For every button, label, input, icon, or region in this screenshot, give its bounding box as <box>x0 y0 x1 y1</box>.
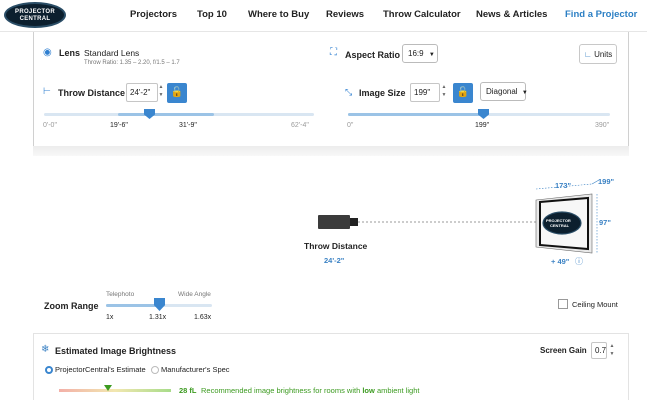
image-size-fill <box>348 113 482 116</box>
brightness-message: Recommended image brightness for rooms w… <box>201 386 419 395</box>
ceiling-mount-label: Ceiling Mount <box>572 300 618 309</box>
throw-slider-min: 0'-0" <box>43 122 57 129</box>
image-size-input[interactable]: 199" <box>410 83 440 102</box>
chevron-down-icon: ▼ <box>428 52 435 58</box>
aspect-ratio-icon: ⛶ <box>330 47 337 58</box>
estimate-radio[interactable] <box>45 366 53 374</box>
screen-gain-value: 0.7 <box>595 346 607 355</box>
projector-central-logo[interactable]: PROJECTOR CENTRAL <box>4 2 66 28</box>
info-icon[interactable]: ⓘ <box>575 256 583 267</box>
zoom-fill <box>106 304 159 307</box>
throw-distance-label: Throw Distance <box>58 88 126 98</box>
lock-icon: 🔓 <box>170 87 184 98</box>
throw-distance-stepper[interactable]: ▲ ▼ <box>157 83 165 102</box>
throw-distance-value: 24'-2" <box>130 88 151 97</box>
image-size-current: 199" <box>475 122 490 129</box>
image-size-lock-button[interactable]: 🔓 <box>453 83 473 103</box>
nav-news-articles[interactable]: News & Articles <box>476 9 547 20</box>
logo-text-line1: PROJECTOR <box>15 9 55 15</box>
zoom-max: 1.63x <box>194 314 212 321</box>
screen-gain-input[interactable]: 0.7 <box>591 342 607 359</box>
nav-where-to-buy[interactable]: Where to Buy <box>248 9 309 20</box>
projector-body-icon <box>318 215 350 229</box>
throw-distance-icon: ⊢ <box>43 86 51 96</box>
throw-range-min: 19'-6" <box>110 122 128 129</box>
screen-diagonal-label: 199" <box>598 177 615 186</box>
zoom-current: 1.31x <box>149 314 167 321</box>
projector-lens-icon <box>350 218 358 226</box>
image-size-value: 199" <box>414 88 431 97</box>
right-border <box>628 32 629 146</box>
chevron-down-icon: ▼ <box>521 90 528 96</box>
brightness-message-post: ambient light <box>376 386 420 395</box>
nav-top-10[interactable]: Top 10 <box>197 9 227 20</box>
nav-reviews[interactable]: Reviews <box>326 9 364 20</box>
snowflake-icon: ❄ <box>41 344 50 355</box>
brightness-marker-icon <box>104 385 112 391</box>
screen-logo-line2: CENTRAL <box>550 223 570 228</box>
screen-width-label: 173" <box>555 181 572 190</box>
throw-slider-max: 62'-4" <box>291 122 309 129</box>
screen-gain-label: Screen Gain <box>540 346 587 355</box>
spec-option-label: Manufacturer's Spec <box>161 365 230 374</box>
units-button[interactable]: ∟ Units <box>579 44 617 64</box>
brightness-scale-bar <box>59 389 171 392</box>
top-nav: PROJECTOR CENTRAL Projectors Top 10 Wher… <box>0 0 647 32</box>
screen-height-label: 97" <box>599 218 611 227</box>
logo-text-line2: CENTRAL <box>19 16 51 22</box>
nav-find-a-projector[interactable]: Find a Projector <box>565 9 637 20</box>
lock-icon: 🔓 <box>456 87 470 98</box>
ceiling-mount-checkbox[interactable] <box>558 299 568 309</box>
zoom-min: 1x <box>106 314 114 321</box>
brightness-value: 28 fL <box>179 386 197 395</box>
zoom-range-label: Zoom Range <box>44 301 99 311</box>
aspect-ratio-select[interactable]: 16:9 ▼ <box>402 44 438 63</box>
aspect-ratio-value: 16:9 <box>408 49 424 58</box>
units-icon: ∟ <box>584 50 592 59</box>
units-label: Units <box>594 50 613 59</box>
lens-value[interactable]: Standard Lens <box>84 48 139 58</box>
diagram-throw-label: Throw Distance <box>304 241 368 251</box>
image-size-stepper[interactable]: ▲ ▼ <box>440 83 448 102</box>
image-size-handle[interactable] <box>478 109 489 119</box>
aspect-ratio-label: Aspect Ratio <box>345 50 401 60</box>
zoom-telephoto-label: Telephoto <box>106 291 135 298</box>
screen-offset-label: + 49" <box>551 257 570 266</box>
diagram-throw-value: 24'-2" <box>324 256 345 265</box>
image-size-slider-max: 390" <box>595 122 610 129</box>
lens-icon: ◉ <box>43 47 52 58</box>
section-divider <box>33 146 629 156</box>
screen-gain-stepper[interactable]: ▲ ▼ <box>608 342 616 359</box>
image-size-mode-select[interactable]: Diagonal ▼ <box>480 82 528 101</box>
image-size-mode-value: Diagonal <box>486 87 518 96</box>
image-size-icon: ⤡ <box>345 87 353 97</box>
image-size-slider-min: 0" <box>347 122 354 129</box>
throw-distance-input[interactable]: 24'-2" <box>126 83 158 102</box>
throw-lock-button[interactable]: 🔓 <box>167 83 187 103</box>
left-border <box>33 32 34 146</box>
estimate-option-label: ProjectorCentral's Estimate <box>55 365 146 374</box>
zoom-wide-label: Wide Angle <box>178 291 211 298</box>
throw-range-fill <box>118 113 214 116</box>
zoom-handle[interactable] <box>154 298 165 311</box>
lens-spec: Throw Ratio: 1.35 – 2.20, f/1.5 – 1.7 <box>84 60 180 66</box>
brightness-title: Estimated Image Brightness <box>55 346 177 356</box>
image-size-label: Image Size <box>359 88 406 98</box>
throw-range-max: 31'-9" <box>179 122 197 129</box>
throw-distance-slider[interactable] <box>44 113 314 116</box>
spec-radio[interactable] <box>151 366 159 374</box>
nav-throw-calculator[interactable]: Throw Calculator <box>383 9 461 20</box>
brightness-message-pre: Recommended image brightness for rooms w… <box>201 386 361 395</box>
lens-label: Lens <box>59 48 81 58</box>
throw-distance-handle[interactable] <box>144 109 155 119</box>
brightness-message-bold: low <box>362 386 375 395</box>
nav-projectors[interactable]: Projectors <box>130 9 177 20</box>
